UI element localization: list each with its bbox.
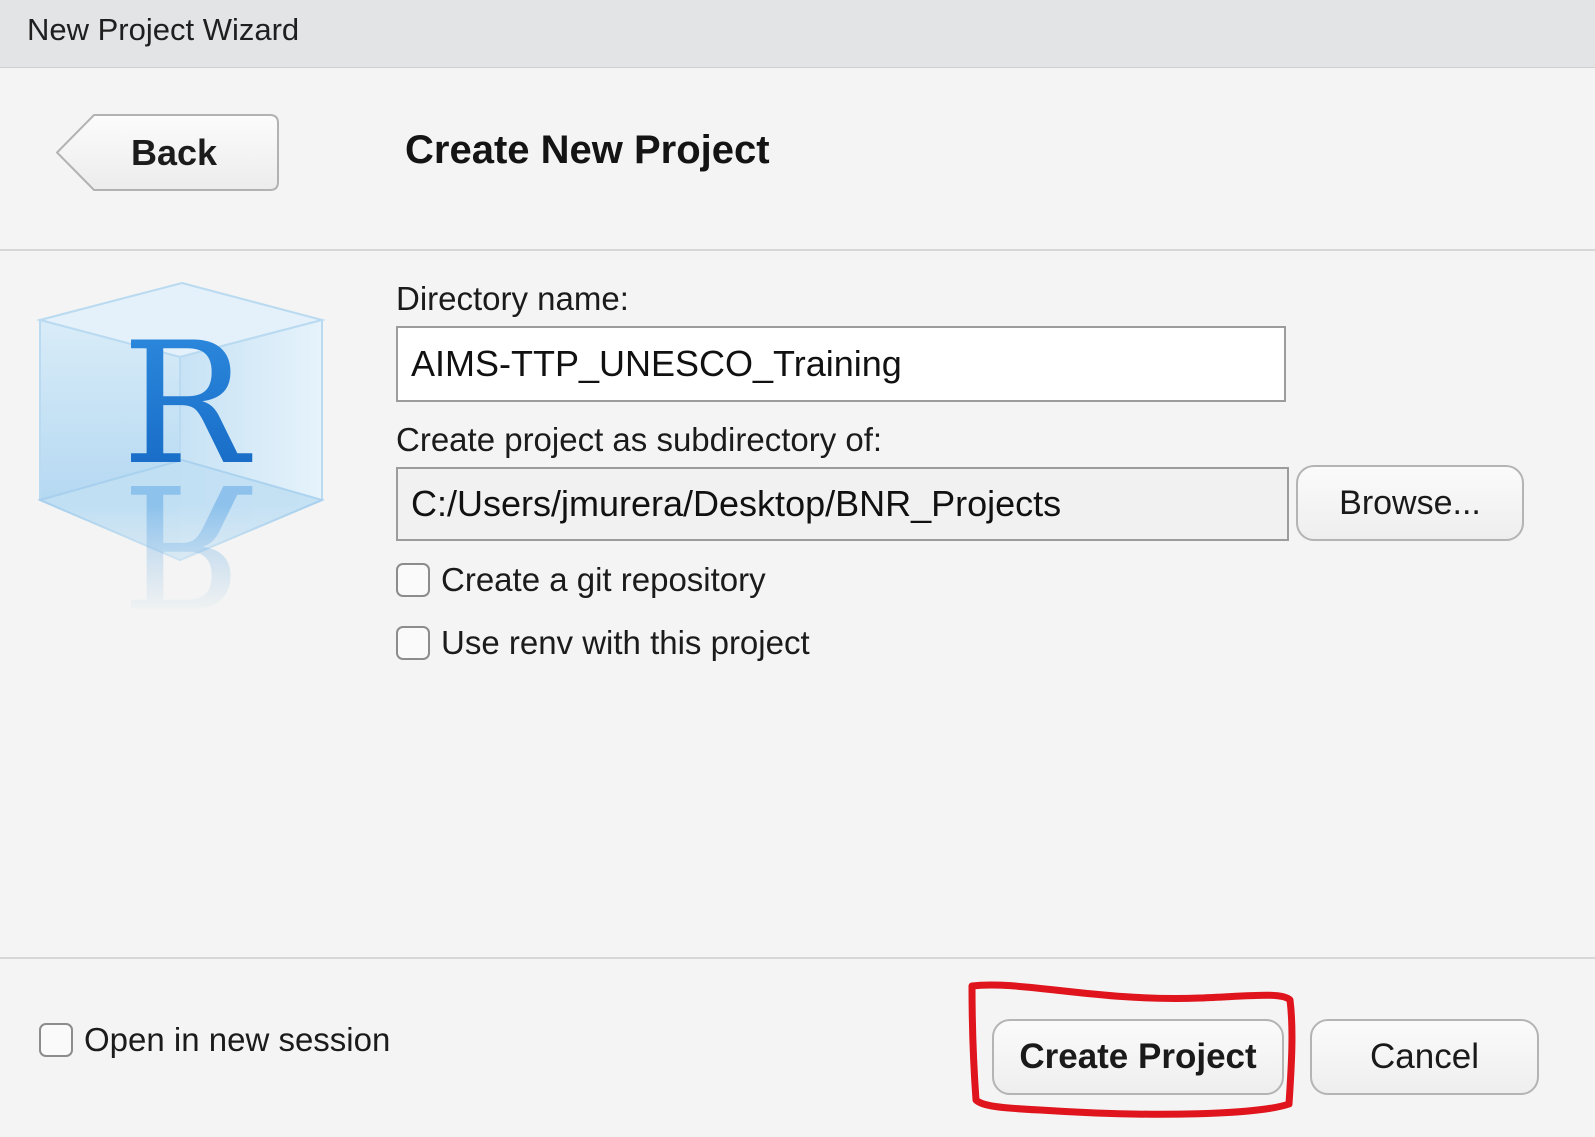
new-session-option[interactable]: Open in new session (39, 1021, 390, 1059)
git-repository-option[interactable]: Create a git repository (396, 561, 766, 599)
title-bar: New Project Wizard (0, 0, 1595, 68)
new-project-wizard-window: New Project Wizard Back Create New Proje… (0, 0, 1595, 1137)
renv-option[interactable]: Use renv with this project (396, 624, 810, 662)
directory-name-value: AIMS-TTP_UNESCO_Training (411, 343, 902, 384)
page-title: Create New Project (405, 128, 770, 172)
directory-name-label: Directory name: (396, 280, 629, 317)
subdirectory-path-field[interactable]: C:/Users/jmurera/Desktop/BNR_Projects (396, 467, 1289, 541)
directory-name-input[interactable]: AIMS-TTP_UNESCO_Training (396, 326, 1286, 402)
back-button-label: Back (130, 132, 218, 173)
git-repository-checkbox[interactable] (396, 563, 430, 597)
header-divider (0, 249, 1595, 251)
renv-checkbox[interactable] (396, 626, 430, 660)
browse-button[interactable]: Browse... (1296, 465, 1524, 541)
footer-divider (0, 957, 1595, 959)
subdirectory-label: Create project as subdirectory of: (396, 421, 883, 458)
window-title: New Project Wizard (27, 12, 300, 47)
new-session-label: Open in new session (84, 1021, 391, 1058)
r-cube-logo-icon: R R (30, 281, 330, 615)
create-project-button[interactable]: Create Project (992, 1019, 1284, 1095)
renv-label: Use renv with this project (441, 624, 810, 661)
back-button[interactable]: Back (56, 114, 279, 191)
subdirectory-path-value: C:/Users/jmurera/Desktop/BNR_Projects (411, 483, 1062, 524)
cancel-button[interactable]: Cancel (1310, 1019, 1539, 1095)
new-session-checkbox[interactable] (39, 1023, 73, 1057)
git-repository-label: Create a git repository (441, 561, 766, 598)
